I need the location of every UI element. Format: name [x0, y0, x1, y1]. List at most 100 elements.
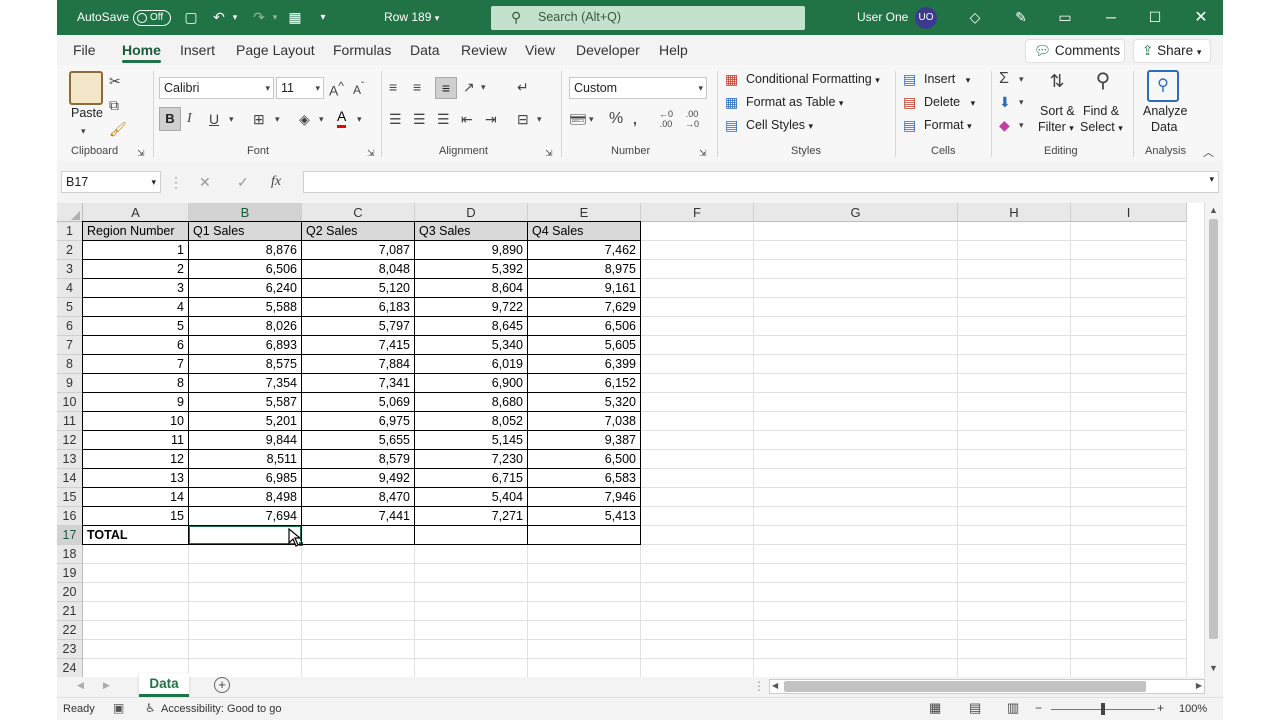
data-cell[interactable]: 8,579 [302, 450, 415, 469]
normal-view-icon[interactable]: ▦ [929, 700, 941, 716]
analyze-data-icon[interactable]: ⚲ [1147, 70, 1179, 102]
selected-cell[interactable] [188, 525, 302, 545]
decrease-font-icon[interactable]: Aˇ [353, 77, 364, 100]
row-header-24[interactable]: 24 [57, 659, 83, 677]
tab-file[interactable]: File [73, 35, 96, 65]
data-cell[interactable]: 7,087 [302, 241, 415, 260]
header-cell[interactable]: Q1 Sales [189, 222, 302, 241]
tab-formulas[interactable]: Formulas [333, 35, 391, 65]
column-header-h[interactable]: H [958, 203, 1071, 222]
header-cell[interactable]: Q3 Sales [415, 222, 528, 241]
column-header-a[interactable]: A [83, 203, 189, 222]
accessibility-icon[interactable]: ♿︎ [145, 701, 156, 715]
data-cell[interactable]: 6,183 [302, 298, 415, 317]
wrap-text-icon[interactable]: ↵ [517, 77, 529, 97]
save-icon[interactable]: ▢ [179, 0, 203, 35]
row-header-19[interactable]: 19 [57, 564, 83, 583]
name-box[interactable]: B17 ▾ [61, 171, 161, 193]
row-header-17[interactable]: 17 [57, 526, 83, 545]
clear-icon[interactable]: ◆ [999, 115, 1010, 135]
accessibility-status[interactable]: Accessibility: Good to go [161, 703, 281, 715]
data-cell[interactable]: 7,038 [528, 412, 641, 431]
tab-data[interactable]: Data [410, 35, 440, 65]
sort-filter-icon[interactable]: ⇅ [1043, 71, 1071, 91]
chevron-down-icon[interactable]: ▾ [589, 109, 594, 129]
analyze-data-label[interactable]: Data [1151, 120, 1177, 134]
row-header-2[interactable]: 2 [57, 241, 83, 260]
page-layout-view-icon[interactable]: ▤ [969, 700, 981, 716]
sheet-tab-data[interactable]: Data [139, 673, 189, 697]
data-cell[interactable]: 10 [83, 412, 189, 431]
chevron-down-icon[interactable]: ▾ [537, 109, 542, 129]
data-cell[interactable]: 6,975 [302, 412, 415, 431]
align-right-icon[interactable]: ☰ [437, 109, 450, 129]
data-cell[interactable]: 7,946 [528, 488, 641, 507]
column-header-f[interactable]: F [641, 203, 754, 222]
data-cell[interactable]: 8,498 [189, 488, 302, 507]
data-cell[interactable]: 6 [83, 336, 189, 355]
paste-label[interactable]: Paste [71, 106, 103, 120]
zoom-slider-thumb[interactable] [1101, 703, 1105, 715]
data-cell[interactable]: 5,320 [528, 393, 641, 412]
data-cell[interactable]: 6,399 [528, 355, 641, 374]
data-cell[interactable]: 5,201 [189, 412, 302, 431]
data-cell[interactable]: 7,341 [302, 374, 415, 393]
scroll-down-icon[interactable]: ▼ [1209, 663, 1218, 673]
data-cell[interactable]: 7,415 [302, 336, 415, 355]
align-middle-icon[interactable]: ≡ [413, 77, 421, 97]
column-header-d[interactable]: D [415, 203, 528, 222]
data-cell[interactable]: 5,120 [302, 279, 415, 298]
row-header-22[interactable]: 22 [57, 621, 83, 640]
number-launcher-icon[interactable]: ⇲ [699, 143, 707, 163]
cell-styles-button[interactable]: Cell Styles ▾ [746, 118, 813, 132]
row-header-12[interactable]: 12 [57, 431, 83, 450]
horizontal-scrollbar[interactable]: ◀ ▶ [769, 679, 1205, 694]
align-bottom-icon[interactable]: ≡ [435, 77, 457, 99]
tab-view[interactable]: View [525, 35, 555, 65]
tab-review[interactable]: Review [461, 35, 507, 65]
data-cell[interactable]: 9 [83, 393, 189, 412]
analyze-label[interactable]: Analyze [1143, 104, 1187, 118]
row-header-21[interactable]: 21 [57, 602, 83, 621]
row-header-7[interactable]: 7 [57, 336, 83, 355]
undo-dropdown-icon[interactable]: ▾ [223, 0, 247, 35]
data-cell[interactable]: 13 [83, 469, 189, 488]
underline-button[interactable]: U [209, 109, 219, 129]
clipboard-launcher-icon[interactable]: ⇲ [137, 143, 145, 163]
select-all-button[interactable] [57, 203, 83, 222]
format-cells-icon[interactable]: ▤ [903, 115, 916, 135]
data-cell[interactable]: 8,604 [415, 279, 528, 298]
minimize-icon[interactable]: ─ [1099, 0, 1123, 35]
data-cell[interactable]: 7,354 [189, 374, 302, 393]
tab-home[interactable]: Home [122, 35, 161, 65]
data-cell[interactable]: 6,500 [528, 450, 641, 469]
row-header-14[interactable]: 14 [57, 469, 83, 488]
tab-page-layout[interactable]: Page Layout [236, 35, 315, 65]
data-cell[interactable]: 6,506 [189, 260, 302, 279]
row-header-6[interactable]: 6 [57, 317, 83, 336]
delete-cells-icon[interactable]: ▤ [903, 92, 916, 112]
data-cell[interactable]: 8,575 [189, 355, 302, 374]
data-cell[interactable]: 6,506 [528, 317, 641, 336]
row-header-11[interactable]: 11 [57, 412, 83, 431]
data-cell[interactable]: 12 [83, 450, 189, 469]
tab-split-icon[interactable]: ⋮ [753, 679, 765, 693]
row-header-10[interactable]: 10 [57, 393, 83, 412]
collapse-ribbon-icon[interactable]: ︿ [1203, 143, 1214, 163]
data-cell[interactable]: 5,069 [302, 393, 415, 412]
format-cells-button[interactable]: Format ▾ [924, 118, 972, 132]
increase-font-icon[interactable]: A^ [329, 77, 344, 101]
total-label[interactable]: TOTAL [83, 526, 189, 545]
horizontal-scroll-thumb[interactable] [784, 681, 1146, 692]
data-cell[interactable]: 1 [83, 241, 189, 260]
chevron-down-icon[interactable]: ▾ [1019, 92, 1024, 112]
align-center-icon[interactable]: ☰ [413, 109, 426, 129]
percent-icon[interactable]: % [609, 109, 623, 129]
column-header-e[interactable]: E [528, 203, 641, 222]
search-icon[interactable]: ⚲ [1089, 71, 1117, 91]
tab-help[interactable]: Help [659, 35, 688, 65]
search-box[interactable]: ⚲ Search (Alt+Q) [491, 6, 805, 30]
decrease-decimal-icon[interactable]: .00 →0 [685, 109, 699, 129]
data-cell[interactable]: 7,629 [528, 298, 641, 317]
formula-input[interactable]: ▾ [303, 171, 1219, 193]
